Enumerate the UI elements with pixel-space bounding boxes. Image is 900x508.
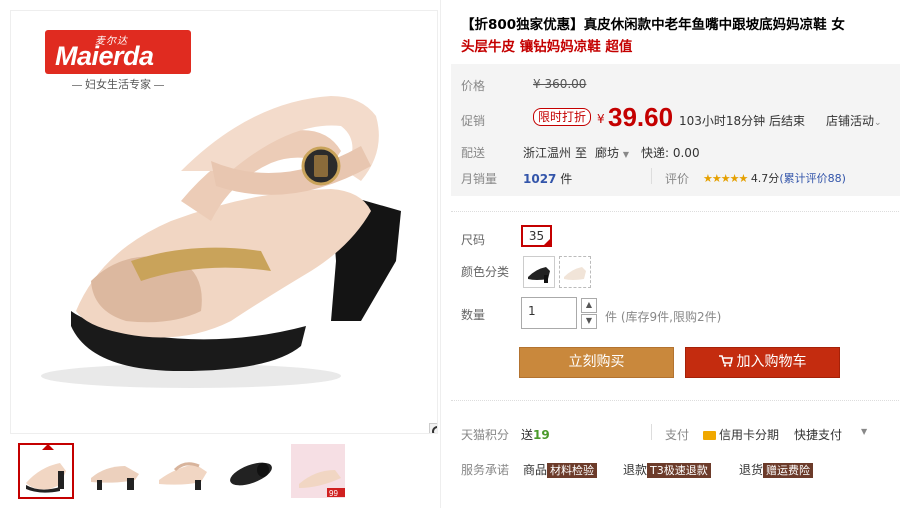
add-to-cart-label: 加入购物车 [736, 354, 807, 370]
thumbnail-4[interactable] [222, 443, 278, 499]
rating-stars: ★★★★★ [703, 172, 748, 185]
ship-from: 浙江温州 [523, 146, 572, 160]
promo-label: 促销 [461, 114, 486, 128]
buy-now-button[interactable]: 立刻购买 [519, 347, 674, 378]
pay-quick[interactable]: 快捷支付 [794, 426, 842, 443]
zoom-icon[interactable] [429, 423, 437, 433]
color-option-black[interactable] [523, 256, 555, 288]
main-product-image[interactable]: 麦尔达 Maierda 妇女生活专家 [10, 10, 438, 434]
title-promo: 【折800独家优惠】 [461, 17, 584, 33]
product-subtitle: 头层牛皮 镶钻妈妈凉鞋 超值 [461, 39, 633, 55]
quantity-label: 数量 [461, 308, 486, 322]
svc-refund-tag[interactable]: T3极速退款 [647, 463, 711, 478]
current-price: 39.60 [608, 102, 674, 132]
original-price: ¥ 360.00 [533, 77, 587, 91]
points-value: 19 [533, 428, 550, 442]
svg-text:99: 99 [329, 489, 338, 498]
svc-refund-label: 退款 [623, 463, 648, 477]
thumbnail-1[interactable] [18, 443, 74, 499]
payment-label: 支付 [665, 428, 690, 442]
credit-card-icon [703, 431, 716, 440]
svc-return-tag[interactable]: 赠运费险 [763, 463, 814, 478]
monthly-sales-count: 1027 [523, 172, 557, 186]
price-panel: 价格 ¥ 360.00 促销 限时打折 ¥ 39.60 103小时18分钟 后结… [451, 64, 900, 196]
svc-goods-tag[interactable]: 材料检验 [547, 463, 598, 478]
monthly-sales-label: 月销量 [461, 172, 498, 186]
rating-score: 4.7分 [750, 172, 780, 185]
title-main: 真皮休闲款中老年鱼嘴中跟坡底妈妈凉鞋 女 [583, 17, 845, 33]
ship-to-city: 廊坊 [595, 146, 620, 160]
thumbnail-strip: 99 [18, 443, 346, 499]
quantity-decrease[interactable]: ▼ [581, 314, 597, 329]
shipping-fee: 快递: 0.00 [641, 146, 700, 160]
size-option-35[interactable]: 35 [521, 225, 552, 247]
stock-info: 件 (库存9件,限购2件) [605, 310, 722, 324]
expand-icon[interactable]: ▼ [861, 427, 867, 436]
svc-return-label: 退货 [739, 463, 764, 477]
product-info: 【折800独家优惠】真皮休闲款中老年鱼嘴中跟坡底妈妈凉鞋 女 头层牛皮 镶钻妈妈… [440, 0, 900, 508]
svc-goods-label: 商品 [523, 463, 548, 477]
chevron-down-icon: ⌄ [874, 118, 882, 128]
service-label: 服务承诺 [461, 463, 510, 477]
points-label: 天猫积分 [461, 428, 510, 442]
sales-unit: 件 [560, 172, 573, 186]
product-title: 【折800独家优惠】真皮休闲款中老年鱼嘴中跟坡底妈妈凉鞋 女 头层牛皮 镶钻妈妈… [461, 14, 893, 58]
quantity-increase[interactable]: ▲ [581, 298, 597, 313]
store-promo-label: 店铺活动 [826, 114, 875, 128]
ship-to-word: 至 [575, 146, 588, 160]
ship-to-dropdown[interactable]: 廊坊 ▼ [595, 144, 629, 161]
sandal-illustration [41, 96, 401, 388]
limited-discount-badge: 限时打折 [533, 108, 592, 126]
pay-installment[interactable]: 信用卡分期 [719, 428, 779, 442]
currency-symbol: ¥ [597, 112, 605, 126]
cart-icon [718, 355, 733, 367]
add-to-cart-button[interactable]: 加入购物车 [685, 347, 840, 378]
quantity-input[interactable]: 1 [521, 297, 577, 329]
countdown: 103小时18分钟 后结束 [679, 114, 805, 128]
color-label: 颜色分类 [461, 265, 510, 279]
thumbnail-3[interactable] [154, 443, 210, 499]
points-prefix: 送 [521, 428, 534, 442]
review-count-link[interactable]: (累计评价88) [779, 172, 846, 185]
shipping-label: 配送 [461, 146, 486, 160]
logo-en-text: Maierda [55, 41, 154, 71]
color-option-beige[interactable] [559, 256, 591, 288]
thumbnail-5[interactable]: 99 [290, 443, 346, 499]
thumbnail-2[interactable] [86, 443, 142, 499]
review-label: 评价 [665, 172, 690, 186]
triangle-down-icon: ▼ [622, 150, 629, 159]
price-label: 价格 [461, 79, 486, 93]
product-gallery: 麦尔达 Maierda 妇女生活专家 99 [0, 0, 440, 508]
size-label: 尺码 [461, 233, 486, 247]
store-promo-dropdown[interactable]: 店铺活动⌄ [826, 112, 882, 129]
